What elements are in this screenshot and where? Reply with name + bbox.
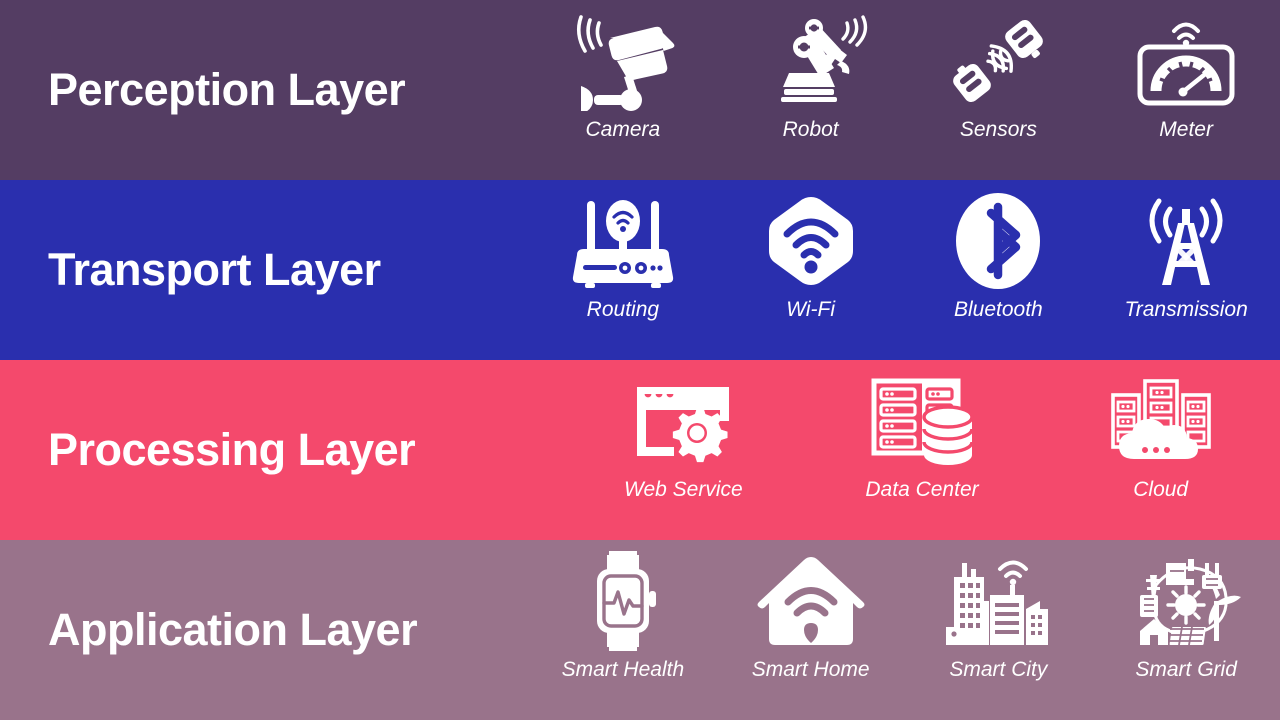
item-camera: Camera <box>529 0 717 180</box>
item-label: Robot <box>782 118 839 141</box>
house-wifi-icon <box>751 548 871 654</box>
item-label: Sensors <box>959 118 1037 141</box>
smart-meter-gauge-icon <box>1126 8 1246 114</box>
robot-arm-icon <box>751 8 871 114</box>
smartwatch-heartbeat-icon <box>563 548 683 654</box>
item-label: Wi-Fi <box>786 298 836 321</box>
item-wifi: Wi-Fi <box>717 180 905 360</box>
item-label: Routing <box>586 298 660 321</box>
layer-title-transport: Transport Layer <box>48 244 381 295</box>
layer-items-transport: Routing Wi-Fi Bluetooth Transmission <box>529 180 1280 360</box>
item-routing: Routing <box>529 180 717 360</box>
item-smart-city: Smart City <box>905 540 1093 720</box>
router-icon <box>563 188 683 294</box>
item-data-center: Data Center <box>803 360 1042 540</box>
item-label: Smart Health <box>561 658 685 681</box>
city-buildings-wifi-icon <box>938 548 1058 654</box>
item-label: Smart Home <box>751 658 870 681</box>
item-smart-home: Smart Home <box>717 540 905 720</box>
item-cloud: Cloud <box>1041 360 1280 540</box>
item-sensors: Sensors <box>905 0 1093 180</box>
layer-application: Application Layer Smart Health Smart Hom… <box>0 540 1280 720</box>
item-label: Transmission <box>1124 298 1248 321</box>
item-label: Cloud <box>1133 478 1189 501</box>
wireless-sensors-icon <box>938 8 1058 114</box>
item-label: Smart Grid <box>1135 658 1237 681</box>
item-label: Smart City <box>949 658 1048 681</box>
item-label: Data Center <box>865 478 979 501</box>
layer-items-application: Smart Health Smart Home Smart City Smart… <box>529 540 1280 720</box>
item-label: Bluetooth <box>954 298 1043 321</box>
item-meter: Meter <box>1092 0 1280 180</box>
item-smart-health: Smart Health <box>529 540 717 720</box>
smart-grid-network-icon <box>1126 548 1246 654</box>
server-database-icon <box>862 368 982 474</box>
layer-processing: Processing Layer Web Service Data Center… <box>0 360 1280 540</box>
layer-perception: Perception Layer Camera Robot Sensors Me… <box>0 0 1280 180</box>
item-web-service: Web Service <box>564 360 803 540</box>
item-label: Meter <box>1159 118 1213 141</box>
layer-transport: Transport Layer Routing Wi-Fi Bluetooth … <box>0 180 1280 360</box>
item-robot: Robot <box>717 0 905 180</box>
wifi-hexagon-icon <box>751 188 871 294</box>
cloud-servers-icon <box>1101 368 1221 474</box>
browser-gear-icon <box>623 368 743 474</box>
item-transmission: Transmission <box>1092 180 1280 360</box>
item-bluetooth: Bluetooth <box>905 180 1093 360</box>
layer-items-perception: Camera Robot Sensors Meter <box>529 0 1280 180</box>
bluetooth-icon <box>938 188 1058 294</box>
layer-items-processing: Web Service Data Center Cloud <box>564 360 1280 540</box>
item-smart-grid: Smart Grid <box>1092 540 1280 720</box>
layer-title-processing: Processing Layer <box>48 424 416 475</box>
item-label: Camera <box>585 118 661 141</box>
layer-title-perception: Perception Layer <box>48 64 406 115</box>
item-label: Web Service <box>624 478 743 501</box>
iot-architecture-diagram: Perception Layer Camera Robot Sensors Me… <box>0 0 1280 720</box>
layer-title-application: Application Layer <box>48 604 418 655</box>
cctv-camera-icon <box>563 8 683 114</box>
radio-tower-icon <box>1126 188 1246 294</box>
